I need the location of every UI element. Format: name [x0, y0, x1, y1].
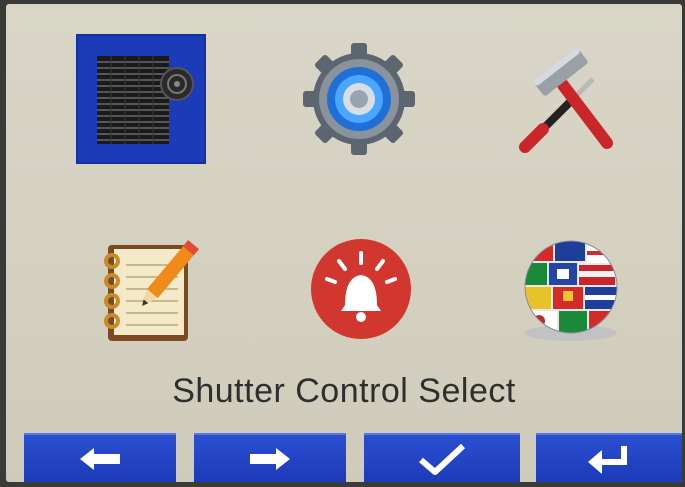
- screen-title: Shutter Control Select: [172, 372, 516, 410]
- gear-icon: [303, 43, 415, 155]
- arrow-left-icon: [80, 448, 120, 470]
- menu-item-tools[interactable]: [506, 34, 636, 164]
- back-button[interactable]: [536, 433, 682, 482]
- shutter-icon: [97, 56, 194, 144]
- menu-item-log[interactable]: [81, 224, 211, 354]
- alarm-bell-icon: [311, 239, 411, 339]
- arrow-right-icon: [250, 448, 290, 470]
- previous-button[interactable]: [24, 433, 176, 482]
- menu-item-settings[interactable]: [294, 34, 424, 164]
- device-screen: Shutter Control Select: [6, 4, 682, 482]
- menu-item-alarm[interactable]: [296, 224, 426, 354]
- globe-flags-icon: [524, 240, 618, 341]
- notepad-icon: [104, 240, 199, 341]
- checkmark-icon: [419, 443, 466, 475]
- return-icon: [588, 446, 627, 474]
- confirm-button[interactable]: [364, 433, 520, 482]
- menu-item-language[interactable]: [506, 224, 636, 354]
- next-button[interactable]: [194, 433, 346, 482]
- menu-item-shutter-control[interactable]: [76, 34, 206, 164]
- tools-icon: [519, 47, 613, 153]
